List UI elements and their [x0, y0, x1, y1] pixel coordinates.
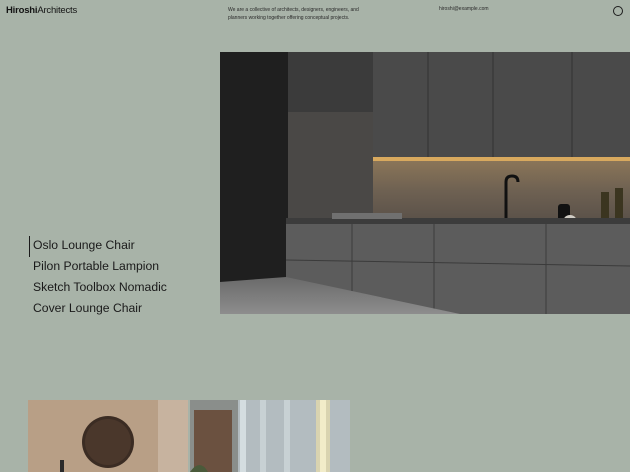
menu-circle-icon[interactable] [613, 6, 623, 16]
product-item-pilon-portable-lampion[interactable]: Pilon Portable Lampion [30, 257, 167, 278]
logo-light-text: Architects [37, 5, 78, 16]
hero-image [220, 52, 630, 314]
site-logo[interactable]: HiroshiArchitects [6, 5, 77, 16]
email-link[interactable]: hiroshi@example.com [439, 6, 489, 12]
product-item-sketch-toolbox-nomadic[interactable]: Sketch Toolbox Nomadic [30, 278, 167, 299]
gallery-thumbnail[interactable] [28, 400, 188, 472]
logo-bold-text: Hiroshi [6, 5, 38, 16]
product-list: Oslo Lounge Chair Pilon Portable Lampion… [29, 236, 167, 320]
site-tagline: We are a collective of architects, desig… [228, 7, 359, 21]
product-item-cover-lounge-chair[interactable]: Cover Lounge Chair [30, 299, 167, 320]
product-item-oslo-lounge-chair[interactable]: Oslo Lounge Chair [29, 236, 167, 257]
gallery-thumbnail[interactable] [190, 400, 350, 472]
